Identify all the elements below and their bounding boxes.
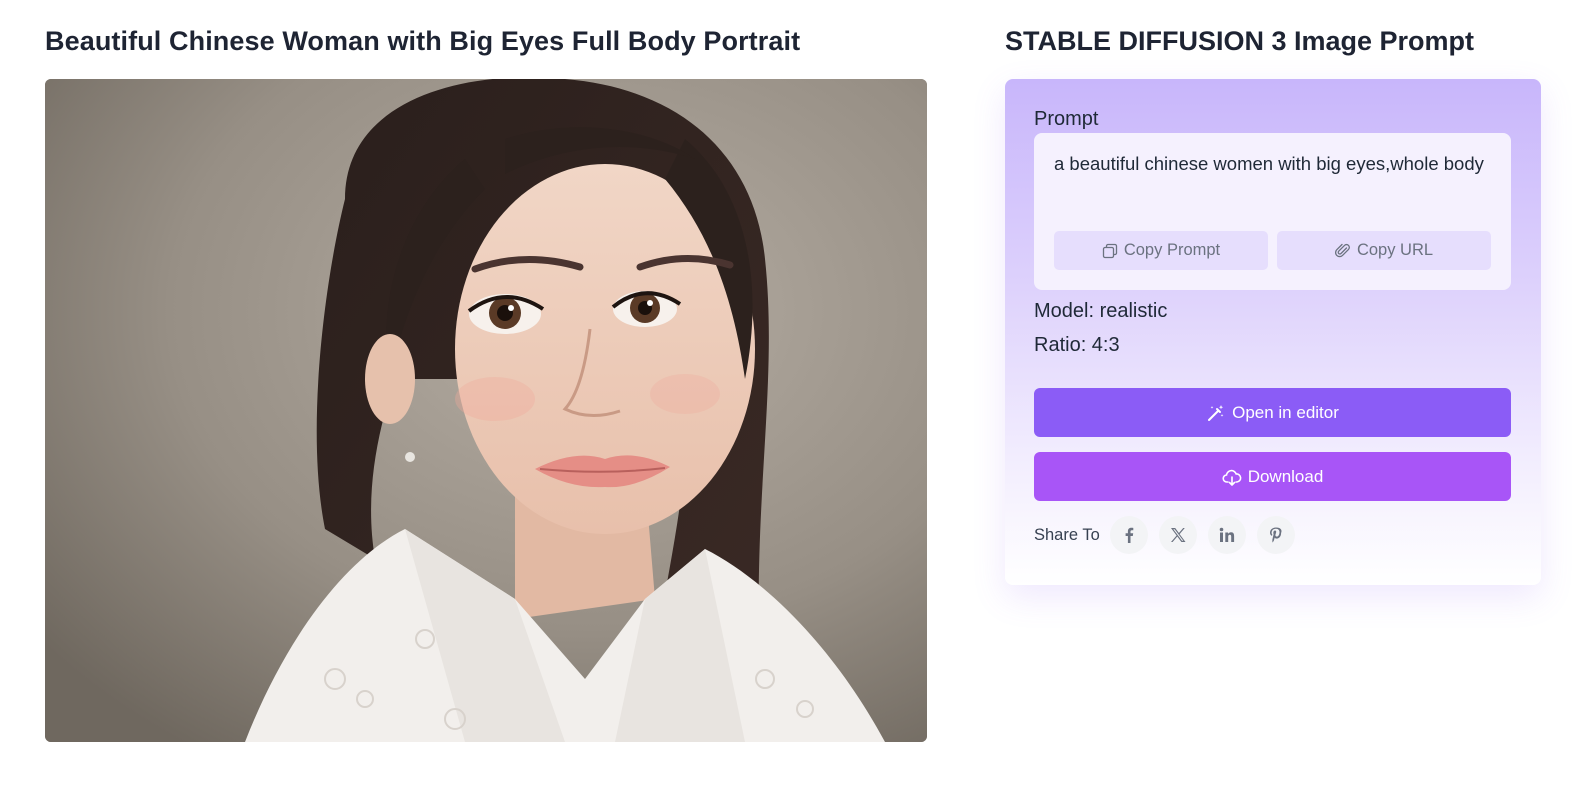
x-icon [1171,528,1186,542]
copy-prompt-label: Copy Prompt [1123,241,1221,259]
prompt-label: Prompt [1034,108,1099,130]
prompt-card: Prompt a beautiful chinese women with bi… [1005,79,1541,585]
open-in-editor-button[interactable]: Open in editor [1034,388,1511,437]
copy-url-button[interactable]: Copy URL [1277,231,1491,270]
share-facebook-button[interactable] [1110,516,1148,554]
generated-portrait-image[interactable] [45,79,927,742]
model-text: Model: realistic [1034,300,1168,322]
page: Beautiful Chinese Woman with Big Eyes Fu… [0,0,1594,789]
share-label: Share To [1034,526,1100,544]
copy-icon [1102,243,1117,258]
cloud-download-icon [1222,469,1242,486]
download-label: Download [1247,466,1324,486]
panel-title: STABLE DIFFUSION 3 Image Prompt [1005,26,1475,56]
copy-url-label: Copy URL [1356,241,1434,259]
paperclip-icon [1334,243,1350,257]
facebook-icon [1125,527,1134,543]
magic-wand-icon [1208,404,1224,421]
linkedin-icon [1219,527,1235,542]
ratio-text: Ratio: 4:3 [1034,334,1120,356]
download-button[interactable]: Download [1034,452,1511,501]
prompt-box: a beautiful chinese women with big eyes,… [1034,133,1511,290]
share-pinterest-button[interactable] [1257,516,1295,554]
pinterest-icon [1270,527,1282,543]
image-title: Beautiful Chinese Woman with Big Eyes Fu… [45,26,801,56]
portrait-illustration [45,79,927,742]
open-in-editor-label: Open in editor [1232,402,1339,422]
share-linkedin-button[interactable] [1208,516,1246,554]
copy-prompt-button[interactable]: Copy Prompt [1054,231,1268,270]
share-x-button[interactable] [1159,516,1197,554]
prompt-text: a beautiful chinese women with big eyes,… [1054,153,1484,174]
